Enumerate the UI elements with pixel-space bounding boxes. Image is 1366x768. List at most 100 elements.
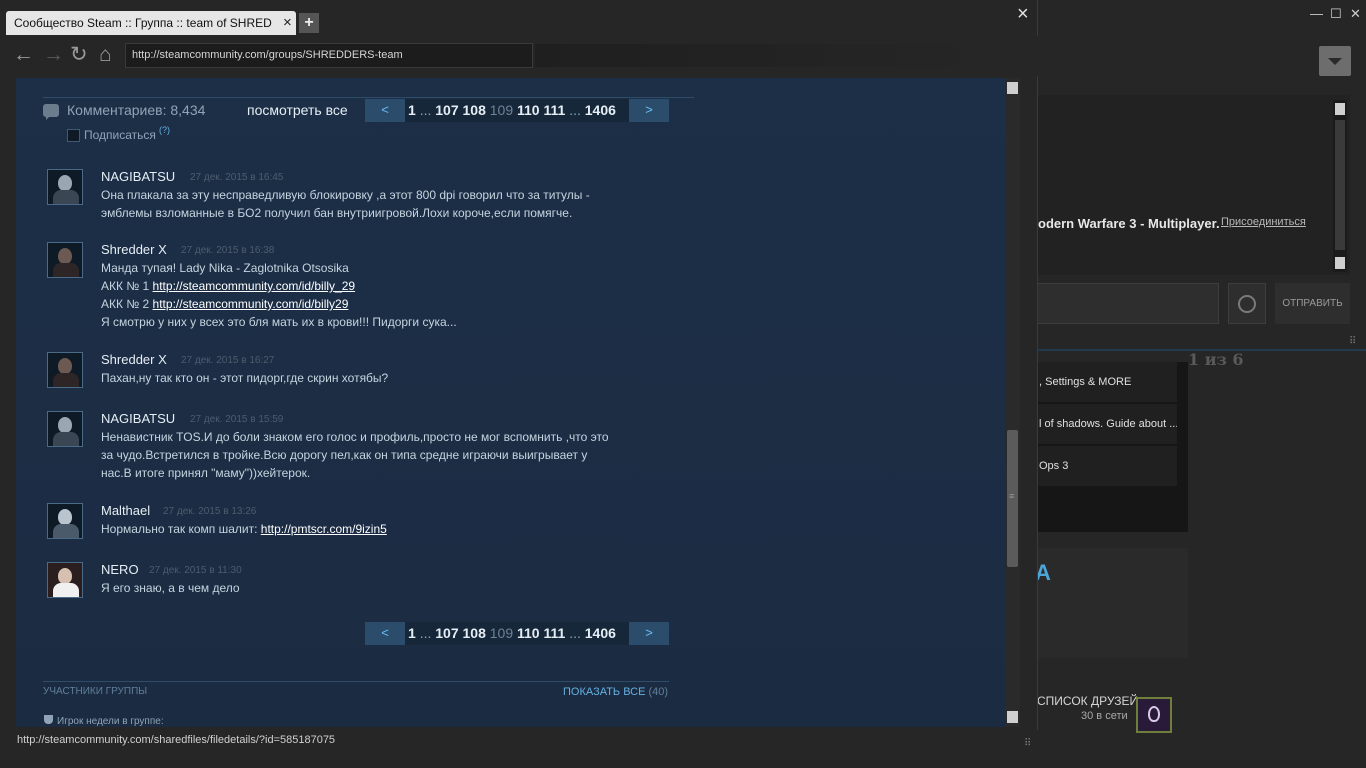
- chevron-down-icon[interactable]: [1319, 46, 1351, 76]
- page-scrollbar[interactable]: ≡: [1005, 78, 1020, 727]
- close-icon[interactable]: ✕: [1350, 6, 1361, 22]
- comment-author[interactable]: Shredder X: [101, 242, 167, 257]
- avatar-head: [58, 568, 72, 584]
- avatar-body: [53, 583, 79, 597]
- page-link[interactable]: 1406: [585, 102, 616, 118]
- subscribe-checkbox[interactable]: [67, 129, 80, 142]
- prev-page-button[interactable]: <: [365, 99, 405, 122]
- tab-title: Сообщество Steam :: Группа :: team of SH…: [14, 16, 272, 30]
- resize-grip-icon[interactable]: ⠿: [1349, 336, 1356, 347]
- prev-page-button[interactable]: <: [365, 622, 405, 645]
- page-link[interactable]: 108: [463, 102, 486, 118]
- avatar[interactable]: [47, 242, 83, 278]
- friends-online-count: 30 в сети: [1081, 710, 1128, 722]
- list-item[interactable]: , Settings & MORE: [1035, 362, 1177, 402]
- profile-link[interactable]: http://steamcommunity.com/id/billy29: [153, 297, 349, 311]
- send-button[interactable]: ОТПРАВИТЬ: [1275, 283, 1350, 324]
- show-all-label: ПОКАЗАТЬ ВСЕ: [563, 686, 646, 698]
- page-link[interactable]: 1: [408, 625, 416, 641]
- scroll-up-icon[interactable]: [1007, 82, 1018, 94]
- comment-author[interactable]: NAGIBATSU: [101, 169, 175, 184]
- avatar-body: [53, 263, 79, 277]
- player-of-week: Игрок недели в группе:: [44, 715, 164, 727]
- comment-timestamp: 27 дек. 2015 в 16:45: [190, 172, 284, 183]
- comment-timestamp: 27 дек. 2015 в 16:38: [181, 245, 275, 256]
- avatar-body: [53, 524, 79, 538]
- page-link[interactable]: 1406: [585, 625, 616, 641]
- page-link[interactable]: 108: [463, 625, 486, 641]
- comment-author[interactable]: NAGIBATSU: [101, 411, 175, 426]
- avatar-icon: [1148, 706, 1160, 722]
- ellipsis: ...: [569, 625, 581, 641]
- comment-line: Она плакала за эту несправедливую блокир…: [101, 188, 590, 202]
- home-icon[interactable]: ⌂: [99, 44, 112, 65]
- comment-author[interactable]: Shredder X: [101, 352, 167, 367]
- avatar[interactable]: [1136, 697, 1172, 733]
- page-numbers: 1 ... 107 108 109 110 111 ... 1406: [408, 102, 616, 118]
- emoticon-button[interactable]: [1228, 283, 1266, 324]
- address-bar[interactable]: http://steamcommunity.com/groups/SHREDDE…: [125, 43, 533, 68]
- avatar[interactable]: [47, 562, 83, 598]
- show-all-members-link[interactable]: ПОКАЗАТЬ ВСЕ (40): [563, 686, 668, 698]
- chat-scrollbar[interactable]: [1333, 100, 1347, 272]
- comment-bubble-icon: [43, 104, 59, 120]
- comment-line: эмблемы взломанные в БО2 получил бан вну…: [101, 206, 573, 220]
- join-game-link[interactable]: Присоединиться: [1221, 216, 1306, 228]
- comment-line: Нормально так комп шалит:: [101, 522, 258, 536]
- page-link[interactable]: 107: [435, 102, 458, 118]
- new-tab-button[interactable]: +: [299, 13, 319, 33]
- help-icon[interactable]: (?): [159, 125, 170, 135]
- comment-line: АКК № 2 http://steamcommunity.com/id/bil…: [101, 295, 661, 313]
- view-all-link[interactable]: посмотреть все: [247, 102, 348, 118]
- comment-text: Пахан,ну так кто он - этот пидорг,где ск…: [101, 369, 661, 387]
- resize-grip-icon[interactable]: ⠿: [1024, 738, 1031, 749]
- divider: [43, 97, 694, 98]
- list-item[interactable]: l of shadows. Guide about ...: [1035, 404, 1177, 444]
- friends-list-label[interactable]: СПИСОК ДРУЗЕЙ: [1037, 694, 1138, 708]
- page-link[interactable]: 110: [517, 625, 540, 641]
- back-arrow-icon[interactable]: ←: [13, 44, 34, 65]
- avatar[interactable]: [47, 503, 83, 539]
- comment-text: Ненавистник TOS.И до боли знаком его гол…: [101, 428, 661, 482]
- members-count: (40): [648, 686, 669, 698]
- comment-author[interactable]: NERO: [101, 562, 139, 577]
- grip-icon: ≡: [1009, 491, 1015, 501]
- profile-link[interactable]: http://steamcommunity.com/id/billy_29: [153, 279, 356, 293]
- reload-icon[interactable]: ↻: [70, 44, 88, 65]
- featured-panel: [1035, 548, 1188, 658]
- next-page-button[interactable]: >: [629, 622, 669, 645]
- next-page-button[interactable]: >: [629, 99, 669, 122]
- subscribe-label[interactable]: Подписаться: [84, 128, 156, 142]
- avatar[interactable]: [47, 169, 83, 205]
- list-item[interactable]: Ops 3: [1035, 446, 1177, 486]
- minimize-icon[interactable]: —: [1310, 6, 1323, 21]
- page-link[interactable]: 110: [517, 102, 540, 118]
- chat-history: [1035, 95, 1350, 275]
- scrollbar-thumb[interactable]: ≡: [1007, 430, 1018, 567]
- close-tab-icon[interactable]: ×: [283, 14, 292, 31]
- page-link[interactable]: 1: [408, 102, 416, 118]
- browser-window: Сообщество Steam :: Группа :: team of SH…: [0, 0, 1038, 755]
- chat-input[interactable]: [1035, 283, 1219, 324]
- avatar[interactable]: [47, 352, 83, 388]
- page-link[interactable]: 107: [435, 625, 458, 641]
- comment-timestamp: 27 дек. 2015 в 16:27: [181, 355, 275, 366]
- page-link[interactable]: 111: [543, 625, 565, 641]
- forward-arrow-icon[interactable]: →: [43, 44, 64, 65]
- avatar[interactable]: [47, 411, 83, 447]
- player-of-week-label: Игрок недели в группе:: [57, 716, 164, 727]
- comment-line: нас.В итоге принял "маму"))хейтерок.: [101, 466, 311, 480]
- comment-text: Манда тупая! Lady Nika - Zaglotnika Otso…: [101, 259, 661, 331]
- address-bar-fade: [535, 44, 995, 67]
- game-status-text: odern Warfare 3 - Multiplayer.: [1038, 216, 1220, 231]
- comment-line: Манда тупая! Lady Nika - Zaglotnika Otso…: [101, 261, 349, 275]
- avatar-head: [58, 417, 72, 433]
- browser-tab[interactable]: Сообщество Steam :: Группа :: team of SH…: [6, 11, 296, 35]
- close-window-icon[interactable]: ×: [1017, 3, 1029, 26]
- page-link[interactable]: 111: [543, 102, 565, 118]
- comment-link[interactable]: http://pmtscr.com/9izin5: [261, 522, 387, 536]
- maximize-icon[interactable]: ☐: [1330, 6, 1342, 22]
- scroll-down-icon[interactable]: [1007, 711, 1018, 723]
- comment-author[interactable]: Malthael: [101, 503, 150, 518]
- avatar-body: [53, 373, 79, 387]
